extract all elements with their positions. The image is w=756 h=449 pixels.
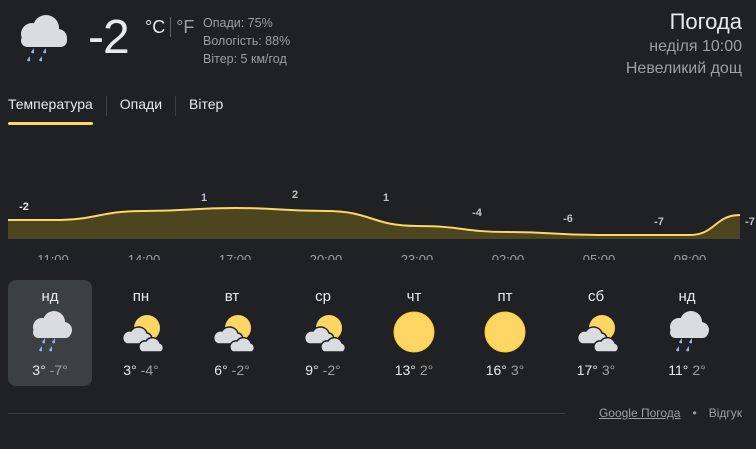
partly-cloudy-icon: [572, 310, 620, 354]
day-name: вт: [224, 288, 240, 305]
partly-cloudy-icon: [117, 310, 165, 354]
footer: Google Погода • Відгук: [599, 406, 742, 420]
day-name: пн: [132, 288, 150, 305]
high-temp: 6°: [214, 362, 228, 378]
location-header: Погода неділя 10:00 Невеликий дощ: [626, 8, 742, 80]
x-tick-label: 17:00: [219, 252, 252, 260]
x-tick-label: 11:00: [37, 252, 69, 260]
tab-precipitation[interactable]: Опади: [120, 94, 162, 118]
tab-divider: [175, 96, 177, 116]
current-details: Опади: 75% Вологість: 88% Вітер: 5 км/го…: [203, 14, 290, 68]
day-card-6[interactable]: сб 17° 3°: [554, 280, 638, 386]
high-temp: 16°: [485, 362, 507, 378]
low-temp: 2°: [692, 362, 706, 378]
rain-cloud-icon: [26, 310, 74, 354]
data-label: 1: [383, 192, 389, 204]
day-name: ср: [315, 288, 331, 305]
high-temp: 3°: [32, 362, 46, 378]
tab-temperature[interactable]: Температура: [8, 94, 93, 125]
low-temp: -2°: [231, 362, 250, 378]
rain-cloud-icon: [663, 310, 711, 354]
daily-forecast: нд 3° -7° пн 3° -4° вт 6° -2° ср 9° -2° чт 13° 2° пт 16°…: [8, 280, 748, 388]
high-temp: 17°: [576, 362, 598, 378]
high-temp: 11°: [668, 362, 689, 378]
current-condition: Невеликий дощ: [625, 60, 742, 77]
tab-divider: [105, 96, 107, 116]
unit-divider: [170, 17, 172, 37]
low-temp: -7°: [49, 362, 68, 378]
day-temperatures: 17° 3°: [554, 362, 638, 378]
sun-icon: [481, 310, 529, 354]
data-label: -4: [472, 207, 483, 219]
feedback-link[interactable]: Відгук: [709, 406, 742, 420]
day-card-7[interactable]: нд 11° 2°: [645, 280, 729, 386]
day-name: нд: [41, 288, 59, 305]
day-card-2[interactable]: вт 6° -2°: [190, 280, 274, 386]
high-temp: 9°: [305, 362, 319, 378]
day-card-5[interactable]: пт 16° 3°: [463, 280, 547, 386]
day-name: чт: [406, 288, 422, 305]
high-temp: 3°: [123, 362, 137, 378]
footer-divider: [8, 413, 565, 414]
day-card-1[interactable]: пн 3° -4°: [99, 280, 183, 386]
low-temp: 2°: [419, 362, 434, 378]
precipitation-text: Опади: 75%: [203, 16, 273, 30]
source-link[interactable]: Google Погода: [599, 406, 681, 420]
low-temp: 3°: [510, 362, 525, 378]
fahrenheit-toggle[interactable]: °F: [176, 16, 194, 38]
low-temp: 3°: [601, 362, 616, 378]
tab-wind[interactable]: Вітер: [189, 94, 223, 118]
day-card-3[interactable]: ср 9° -2°: [281, 280, 365, 386]
day-temperatures: 13° 2°: [372, 362, 456, 378]
day-temperatures: 16° 3°: [463, 362, 547, 378]
x-tick-label: 02:00: [492, 252, 525, 260]
rain-cloud-icon: [12, 12, 70, 64]
day-temperatures: 3° -7°: [8, 362, 92, 378]
low-temp: -2°: [322, 362, 341, 378]
data-label: -6: [563, 213, 573, 225]
data-label: -7: [745, 216, 755, 228]
x-tick-label: 14:00: [128, 252, 161, 260]
day-card-4[interactable]: чт 13° 2°: [372, 280, 456, 386]
day-temperatures: 9° -2°: [281, 362, 365, 378]
x-tick-label: 08:00: [674, 252, 707, 260]
unit-switcher: °C °F: [145, 16, 194, 38]
sun-icon: [390, 310, 438, 354]
x-tick-label: 05:00: [583, 252, 616, 260]
low-temp: -4°: [140, 362, 159, 378]
day-temperatures: 3° -4°: [99, 362, 183, 378]
data-label: -2: [19, 201, 29, 213]
weather-title: Погода: [669, 9, 742, 34]
partly-cloudy-icon: [208, 310, 256, 354]
humidity-text: Вологість: 88%: [203, 34, 291, 48]
chart-tabs: Температура Опади Вітер: [8, 94, 223, 125]
data-label: 2: [292, 189, 298, 201]
day-temperatures: 6° -2°: [190, 362, 274, 378]
current-time: неділя 10:00: [649, 38, 742, 55]
temperature-chart[interactable]: -2 11:00 1 14:00 2 17:00 1 20:00 -4 23:00 -6 02:00 -…: [0, 150, 756, 260]
data-label: -7: [654, 216, 664, 228]
day-card-0[interactable]: нд 3° -7°: [8, 280, 92, 386]
partly-cloudy-icon: [299, 310, 347, 354]
high-temp: 13°: [394, 362, 416, 378]
celsius-toggle[interactable]: °C: [145, 16, 165, 38]
x-tick-label: 23:00: [401, 252, 434, 260]
day-name: сб: [587, 288, 605, 305]
footer-separator: •: [692, 406, 697, 420]
day-name: нд: [678, 288, 696, 305]
x-tick-label: 20:00: [310, 252, 343, 260]
day-temperatures: 11° 2°: [645, 362, 729, 378]
data-label: 1: [201, 192, 207, 204]
day-name: пт: [497, 288, 513, 305]
current-temperature: -2: [88, 11, 130, 64]
wind-text: Вітер: 5 км/год: [203, 52, 287, 66]
